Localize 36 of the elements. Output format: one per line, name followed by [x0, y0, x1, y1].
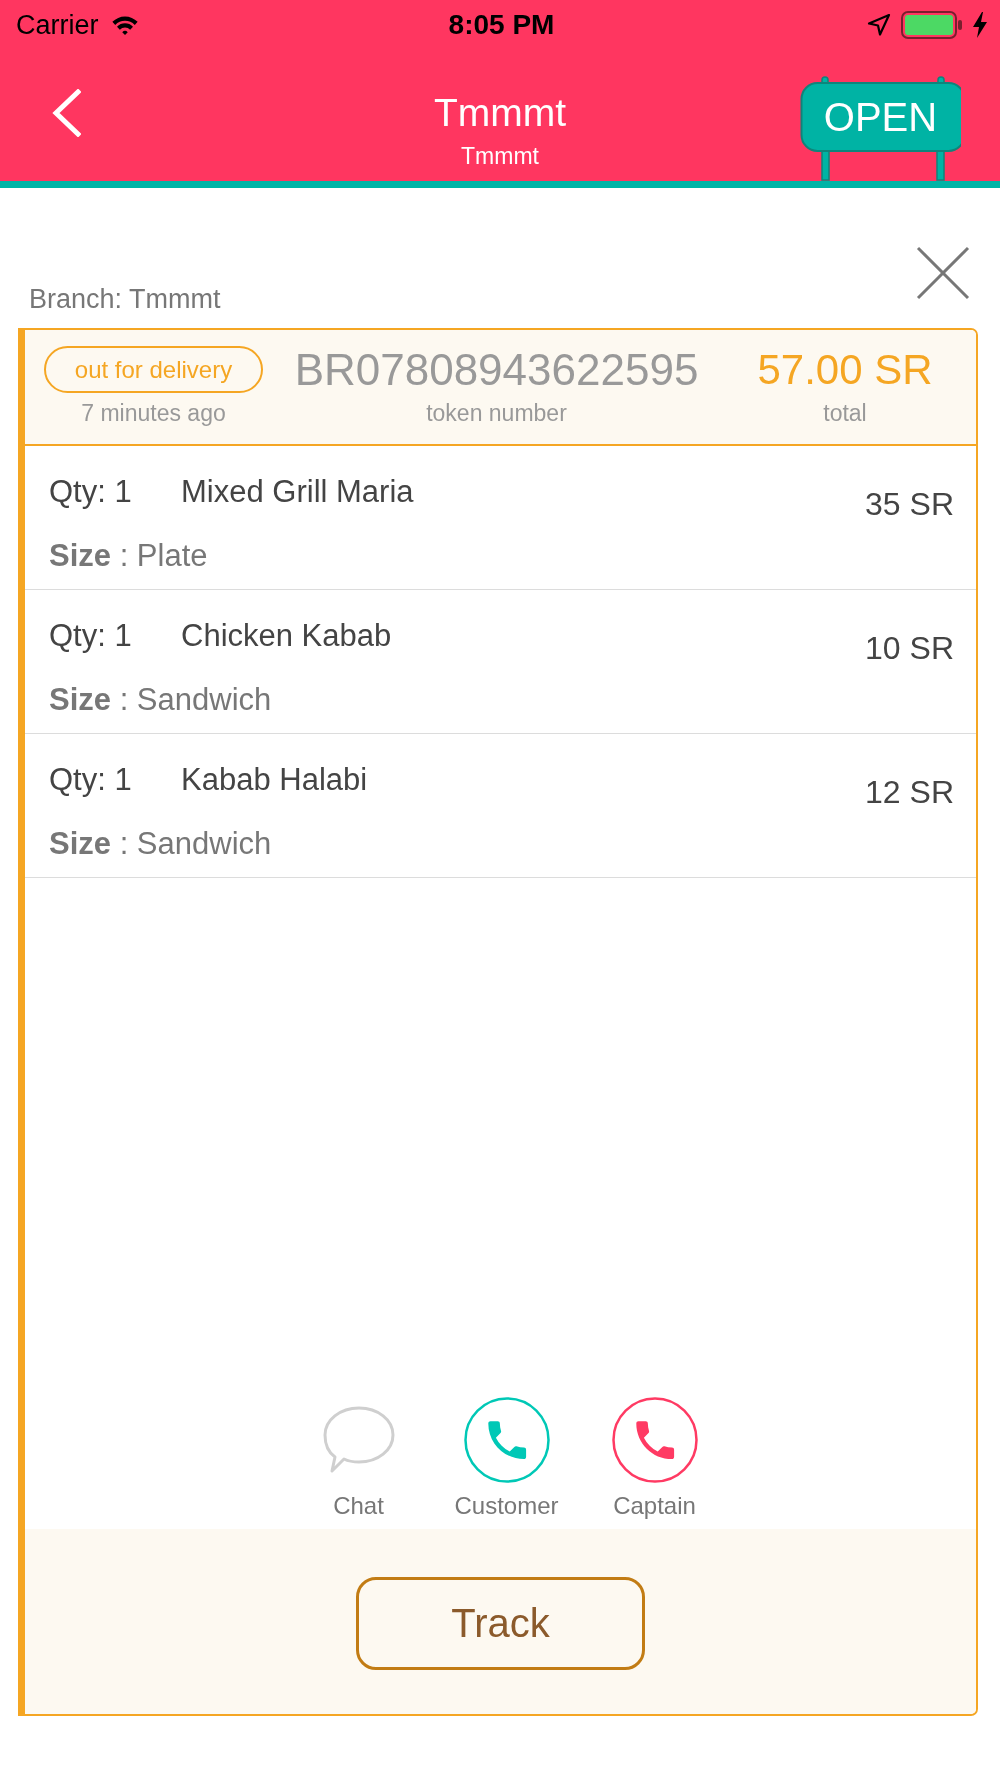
wifi-icon	[110, 15, 139, 35]
item-name: Kabab Halabi	[181, 762, 368, 798]
order-total: 57.00 SR	[757, 346, 933, 393]
back-icon	[51, 89, 81, 137]
total-label: total	[823, 399, 867, 427]
item-qty: Qty: 1	[49, 474, 133, 510]
item-price: 35 SR	[865, 486, 954, 522]
page-subtitle: Tmmmt	[461, 143, 539, 169]
chat-button[interactable]: Chat	[288, 1397, 429, 1520]
page-title: Tmmmt	[433, 91, 567, 135]
item-size: Size : Sandwich	[49, 682, 272, 718]
carrier-label: Carrier	[16, 9, 99, 41]
call-button[interactable]: Captain	[584, 1397, 725, 1520]
close-icon	[916, 246, 970, 300]
branch-label: Branch: Tmmmt	[29, 284, 221, 314]
item-price: 10 SR	[865, 630, 954, 666]
item-price: 12 SR	[865, 774, 954, 810]
item-name: Chicken Kabab	[181, 618, 392, 654]
status-badge: out for delivery	[44, 346, 263, 393]
item-size: Size : Sandwich	[49, 826, 272, 862]
charging-bolt-icon	[973, 12, 987, 38]
time-ago-label: 7 minutes ago	[81, 399, 226, 427]
back-button[interactable]	[51, 89, 81, 137]
item-qty: Qty: 1	[49, 762, 133, 798]
token-number: BR07808943622595	[294, 346, 699, 393]
item-qty: Qty: 1	[49, 618, 133, 654]
chat-bubble-icon	[321, 1405, 396, 1475]
item-size: Size : Plate	[49, 538, 208, 574]
item-name: Mixed Grill Maria	[181, 474, 414, 510]
battery-icon	[901, 11, 963, 39]
status-time: 8:05 PM	[448, 9, 555, 41]
location-arrow-icon	[867, 13, 891, 37]
call-button[interactable]: Customer	[436, 1397, 577, 1520]
close-button[interactable]	[916, 246, 970, 300]
track-button[interactable]: Track	[356, 1577, 645, 1670]
token-label: token number	[426, 399, 567, 427]
